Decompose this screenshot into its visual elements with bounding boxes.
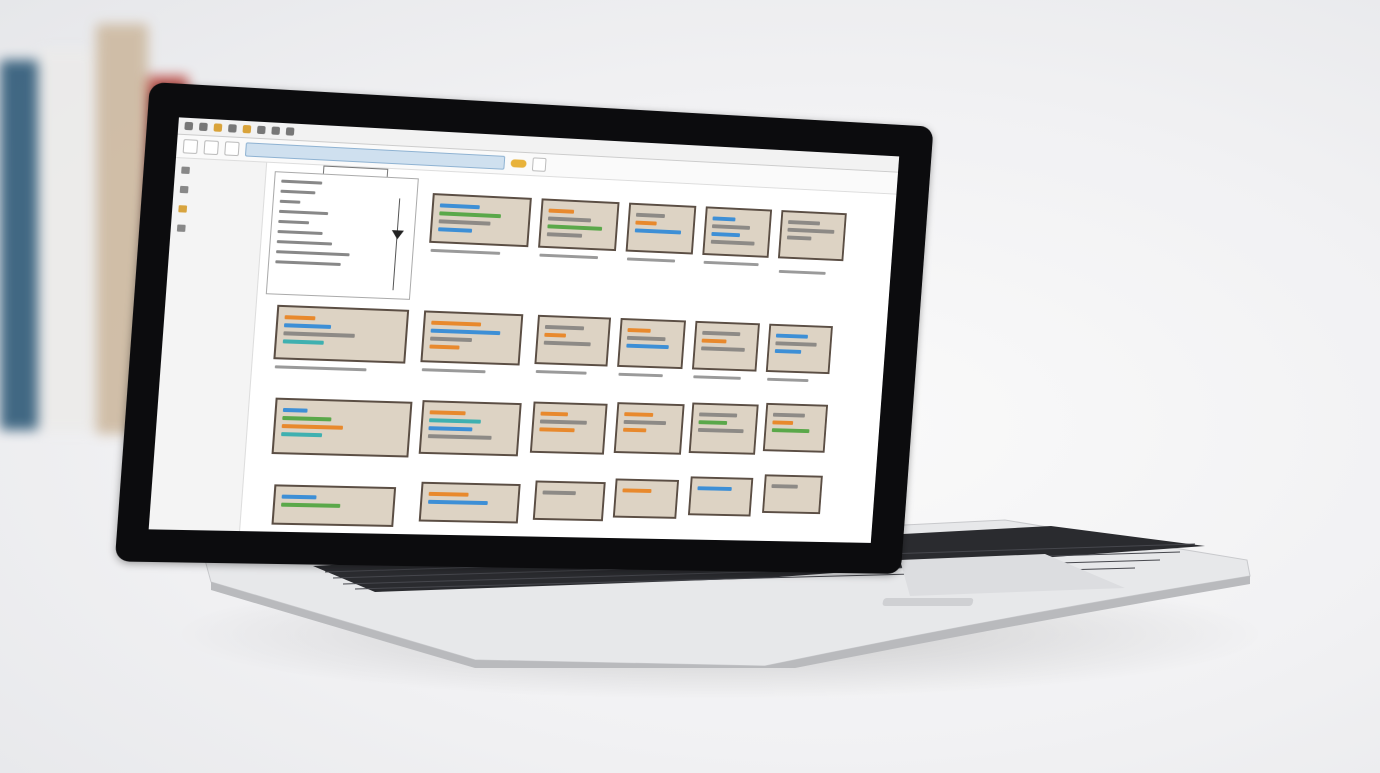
item-icon: [180, 186, 189, 194]
thumbnail[interactable]: [626, 203, 697, 255]
thumbnail[interactable]: [420, 310, 523, 365]
thumbnail[interactable]: [689, 403, 759, 455]
folder-icon[interactable]: [213, 123, 222, 132]
filter-panel[interactable]: [266, 171, 419, 300]
forward-button[interactable]: [203, 140, 219, 155]
arrow-down-icon: [391, 230, 404, 240]
back-button[interactable]: [183, 139, 199, 154]
thumbnail[interactable]: [613, 478, 679, 518]
thumbnail[interactable]: [534, 315, 611, 367]
app-icon[interactable]: [199, 123, 208, 132]
photo-scene: [0, 0, 1380, 773]
thumbnail[interactable]: [272, 398, 413, 458]
menu-icon[interactable]: [184, 122, 193, 131]
thumbnail[interactable]: [530, 402, 608, 455]
sidebar-item-2[interactable]: [180, 186, 258, 197]
bookmark-icon[interactable]: [242, 125, 251, 134]
book-white: [38, 50, 94, 432]
laptop-display: [149, 117, 900, 543]
thumbnail[interactable]: [538, 198, 619, 251]
gallery-content: [240, 163, 896, 543]
list-icon: [181, 167, 190, 175]
laptop-lid: [115, 82, 934, 574]
sidebar-item-4[interactable]: [177, 224, 255, 235]
tools-icon[interactable]: [271, 126, 280, 135]
status-pill[interactable]: [510, 159, 526, 168]
options-button[interactable]: [532, 157, 547, 172]
thumbnail[interactable]: [763, 403, 828, 453]
thumbnail[interactable]: [688, 476, 753, 516]
thumbnail[interactable]: [692, 321, 760, 372]
thumbnail[interactable]: [617, 318, 686, 369]
thumbnail[interactable]: [702, 206, 772, 257]
item-icon: [177, 224, 186, 231]
sidebar-item-3[interactable]: [178, 205, 256, 216]
view-icon[interactable]: [257, 126, 266, 135]
help-icon[interactable]: [286, 127, 295, 135]
thumbnail[interactable]: [533, 480, 606, 521]
thumbnail[interactable]: [271, 484, 396, 527]
location-field[interactable]: [224, 141, 240, 156]
thumbnail[interactable]: [429, 193, 532, 247]
edit-icon[interactable]: [228, 124, 237, 133]
folder-icon: [178, 205, 187, 213]
sidebar-item-1[interactable]: [181, 167, 259, 178]
thumbnail[interactable]: [614, 402, 685, 455]
thumbnail[interactable]: [762, 474, 823, 514]
thumbnail[interactable]: [419, 482, 521, 524]
thumbnail[interactable]: [778, 210, 847, 261]
thumbnail[interactable]: [273, 305, 409, 364]
book-blue: [0, 60, 38, 430]
thumbnail[interactable]: [419, 400, 522, 456]
thumbnail[interactable]: [766, 324, 833, 374]
